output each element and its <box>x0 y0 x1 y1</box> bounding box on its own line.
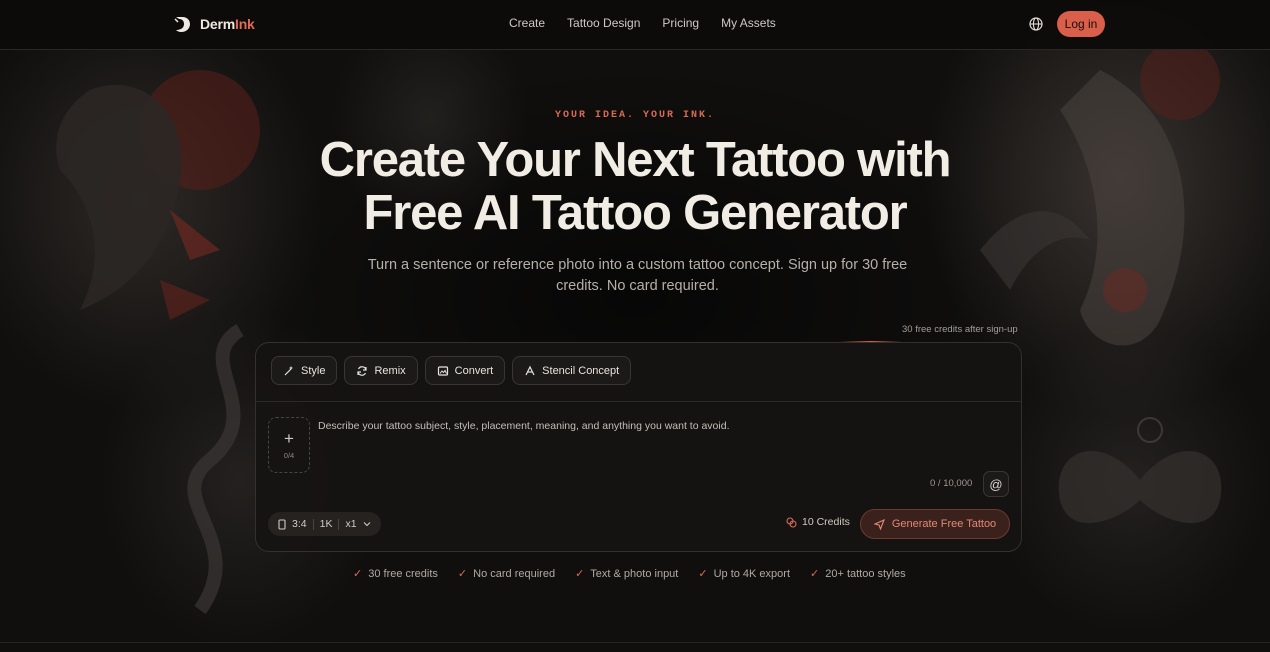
at-icon: @ <box>989 476 1003 492</box>
prompt-input[interactable] <box>318 420 998 470</box>
mode-style-button[interactable]: Style <box>271 356 338 385</box>
feature-item: ✓ Up to 4K export <box>698 567 791 581</box>
logo-icon <box>174 17 190 32</box>
credits-label: 10 Credits <box>802 516 850 528</box>
feature-list: ✓ 30 free credits ✓ No card required ✓ Text… <box>353 567 906 581</box>
nav-link-pricing[interactable]: Pricing <box>662 16 699 30</box>
mode-tabs: Style Remix Convert Stencil Concept <box>271 356 632 385</box>
panel-divider <box>256 401 1021 402</box>
mode-stencil-concept-button[interactable]: Stencil Concept <box>512 356 632 385</box>
hero-subtitle: Turn a sentence or reference photo into … <box>367 257 908 294</box>
nav-link-tattoo-design[interactable]: Tattoo Design <box>567 16 640 30</box>
reference-upload-button[interactable]: + 0/4 <box>268 417 310 473</box>
title-line-2: Free AI Tattoo Generator <box>363 186 908 240</box>
mention-button[interactable]: @ <box>983 471 1009 497</box>
free-credits-note: 30 free credits after sign-up <box>902 324 1018 335</box>
check-icon: ✓ <box>353 568 363 580</box>
upload-count: 0/4 <box>283 450 295 460</box>
feature-item: ✓ 30 free credits <box>353 567 438 581</box>
check-icon: ✓ <box>810 568 820 580</box>
check-icon: ✓ <box>457 568 468 580</box>
portrait-frame-icon <box>278 518 286 530</box>
nav-links: Create Tattoo Design Pricing My Assets <box>509 16 776 30</box>
nav-link-create[interactable]: Create <box>509 16 545 30</box>
separator <box>312 518 314 530</box>
image-convert-icon <box>437 365 448 376</box>
top-navigation: DermInk Create Tattoo Design Pricing My … <box>0 0 1270 50</box>
aspect-ratio-value: 3:4 <box>292 518 307 530</box>
check-icon: ✓ <box>698 568 708 580</box>
hero-eyebrow: YOUR IDEA. YOUR INK. <box>554 110 716 121</box>
moth-illustration <box>1058 417 1222 524</box>
brand-logo[interactable]: DermInk <box>172 14 255 34</box>
brand-name: DermInk <box>200 16 255 32</box>
title-line-1: Create Your Next Tattoo with <box>319 133 952 187</box>
chevron-down-icon <box>363 522 370 527</box>
page-title: Create Your Next Tattoo with Free AI Tat… <box>0 134 1270 240</box>
nav-link-my-assets[interactable]: My Assets <box>721 16 776 30</box>
generator-panel: Style Remix Convert Stencil Concept + 0/… <box>255 342 1022 552</box>
globe-icon[interactable] <box>1028 16 1044 32</box>
character-count: 0 / 10,000 <box>930 478 973 489</box>
mode-convert-button[interactable]: Convert <box>424 356 506 385</box>
feature-item: ✓ Text & photo input <box>575 567 679 581</box>
generate-button[interactable]: Generate Free Tattoo <box>860 509 1010 539</box>
separator <box>338 518 340 530</box>
feature-item: ✓ 20+ tattoo styles <box>810 567 906 581</box>
plus-icon: + <box>284 428 294 448</box>
refresh-icon <box>357 365 368 376</box>
quantity-value: x1 <box>345 518 357 530</box>
send-icon <box>873 518 885 530</box>
resolution-value: 1K <box>319 518 333 530</box>
check-icon: ✓ <box>575 568 585 580</box>
credits-cost: 10 Credits <box>786 516 850 528</box>
mode-remix-button[interactable]: Remix <box>344 356 418 385</box>
feature-item: ✓ No card required <box>457 567 556 581</box>
output-settings-dropdown[interactable]: 3:4 1K x1 <box>268 512 381 536</box>
coins-icon <box>786 516 797 528</box>
login-button[interactable]: Log in <box>1057 11 1105 37</box>
section-divider <box>0 642 1270 643</box>
stencil-icon <box>525 365 535 375</box>
magic-wand-icon <box>284 365 293 375</box>
